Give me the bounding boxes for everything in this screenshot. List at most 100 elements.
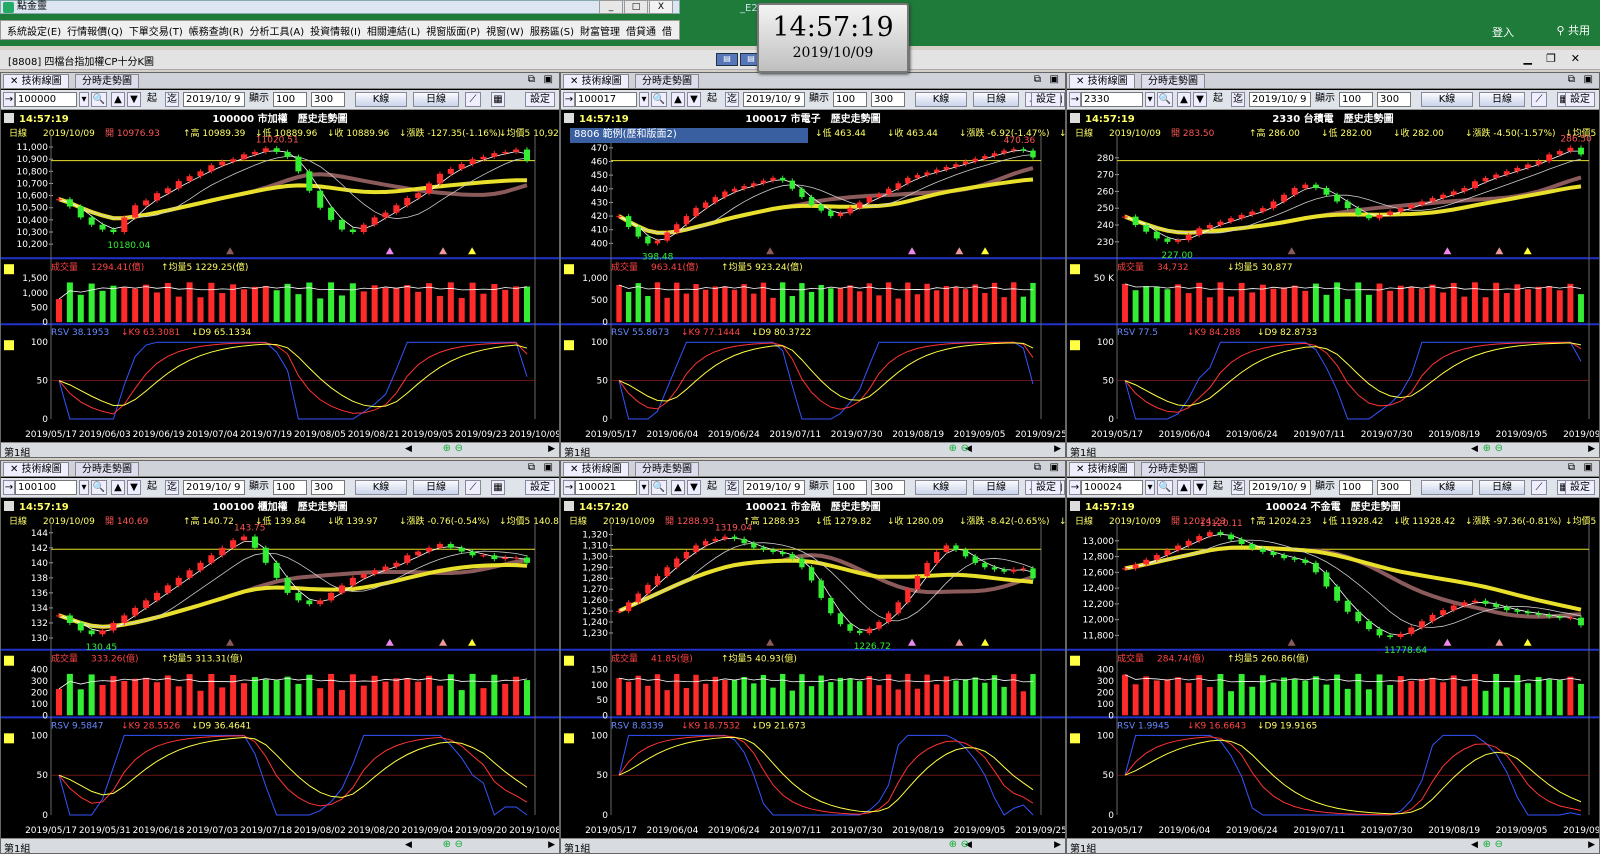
zoom-in-icon[interactable]: ⊕: [1483, 839, 1491, 850]
settings-button[interactable]: 設定: [1565, 480, 1595, 495]
symbol-dropdown-icon[interactable]: ▾: [1145, 92, 1155, 107]
show-count-input[interactable]: 100: [833, 92, 867, 107]
arrow-icon[interactable]: →: [3, 92, 15, 107]
settings-button[interactable]: 設定: [1565, 92, 1595, 107]
search-icon[interactable]: 🔍: [651, 92, 667, 107]
down-arrow-icon[interactable]: ▼: [687, 92, 701, 107]
zoom-out-icon[interactable]: ⊖: [961, 443, 969, 454]
menu-item-4[interactable]: 分析工具(A): [248, 23, 307, 38]
chart-area[interactable]: 14:57:19 2330 台積電 歷史走勢圖 日線 2019/10/09 開 283.…: [1067, 111, 1599, 441]
end-button[interactable]: 迄: [165, 92, 179, 107]
panel-menu-icon[interactable]: [564, 501, 574, 511]
chart-svg[interactable]: 14:57:19 100024 不金電 歷史走勢圖日線 2019/10/09 開 12…: [1067, 499, 1599, 837]
menu-item-0[interactable]: 系統設定(E): [5, 23, 63, 38]
maximize-button[interactable]: □: [624, 0, 648, 14]
panel-maximize-icon[interactable]: ▣: [544, 74, 553, 85]
up-arrow-icon[interactable]: ▲: [1177, 480, 1191, 495]
down-arrow-icon[interactable]: ▼: [1193, 480, 1207, 495]
kline-dropdown[interactable]: K線: [355, 92, 407, 107]
zoom-out-icon[interactable]: ⊖: [1495, 839, 1503, 850]
arrow-icon[interactable]: →: [563, 92, 575, 107]
draw-tool-icon[interactable]: ⟋: [1531, 480, 1547, 495]
search-icon[interactable]: 🔍: [1157, 92, 1173, 107]
tab-intraday-chart[interactable]: 分時走勢圖: [1141, 462, 1205, 476]
zoom-in-icon[interactable]: ⊕: [443, 443, 451, 454]
share-button[interactable]: ⚲ 共用: [1556, 22, 1590, 38]
chart-area[interactable]: 14:57:19100017 市電子 歷史走勢圖日線2019/10/09開 46…: [561, 111, 1065, 441]
period-dropdown[interactable]: 日線: [413, 480, 459, 495]
close-tab-icon[interactable]: ✕: [570, 464, 578, 475]
zoom-in-icon[interactable]: ⊕: [949, 839, 957, 850]
sub-restore-button[interactable]: ❐: [1546, 52, 1556, 65]
search-icon[interactable]: 🔍: [91, 480, 107, 495]
symbol-dropdown-icon[interactable]: ▾: [79, 92, 89, 107]
volume-menu-icon[interactable]: [1070, 264, 1080, 275]
menu-item-9[interactable]: 服務區(S): [528, 23, 576, 38]
zoom-out-icon[interactable]: ⊖: [1495, 443, 1503, 454]
chart-svg[interactable]: 14:57:19 2330 台積電 歷史走勢圖日線 2019/10/09 開 283.…: [1067, 111, 1599, 441]
group-selector[interactable]: 第1組: [564, 444, 590, 457]
scroll-left-icon[interactable]: ◀: [1471, 840, 1478, 850]
symbol-dropdown-icon[interactable]: ▾: [79, 480, 89, 495]
kline-dropdown[interactable]: K線: [1421, 92, 1473, 107]
arrow-icon[interactable]: →: [1069, 480, 1081, 495]
symbol-dropdown-icon[interactable]: ▾: [1145, 480, 1155, 495]
menu-item-2[interactable]: 下單交易(T): [127, 23, 185, 38]
kline-dropdown[interactable]: K線: [355, 480, 407, 495]
panel-maximize-icon[interactable]: ▣: [1050, 74, 1059, 85]
layout-button-1[interactable]: ▤: [716, 53, 738, 66]
chart-area[interactable]: 14:57:19 100100 櫃加權 歷史走勢圖 日線 2019/10/09 開 14…: [1, 499, 559, 837]
symbol-dropdown-icon[interactable]: ▾: [639, 92, 649, 107]
panel-float-icon[interactable]: ⧉: [1568, 462, 1575, 473]
settings-button[interactable]: 設定: [1031, 480, 1061, 495]
kline-dropdown[interactable]: K線: [915, 92, 967, 107]
arrow-icon[interactable]: →: [3, 480, 15, 495]
scroll-right-icon[interactable]: ▶: [1054, 444, 1061, 454]
chart-svg[interactable]: 14:57:19100017 市電子 歷史走勢圖日線2019/10/09開 46…: [561, 111, 1065, 441]
tab-intraday-chart[interactable]: 分時走勢圖: [1141, 74, 1205, 88]
chart-svg[interactable]: 14:57:19 100000 市加權 歷史走勢圖日線 2019/10/09 開 10…: [1, 111, 559, 441]
scroll-right-icon[interactable]: ▶: [1588, 444, 1595, 454]
tab-intraday-chart[interactable]: 分時走勢圖: [75, 74, 139, 88]
chart-area[interactable]: 14:57:19 100000 市加權 歷史走勢圖 日線 2019/10/09 開 10…: [1, 111, 559, 441]
search-icon[interactable]: 🔍: [1157, 480, 1173, 495]
tab-technical-chart[interactable]: ✕ 技術線圖: [563, 462, 629, 476]
up-arrow-icon[interactable]: ▲: [111, 92, 125, 107]
menu-item-3[interactable]: 帳務查詢(R): [187, 23, 246, 38]
symbol-input[interactable]: 100024: [1081, 480, 1143, 495]
down-arrow-icon[interactable]: ▼: [127, 92, 141, 107]
up-arrow-icon[interactable]: ▲: [111, 480, 125, 495]
end-button[interactable]: 迄: [165, 480, 179, 495]
menu-item-11[interactable]: 借貸通: [624, 23, 658, 38]
menu-item-5[interactable]: 投資情報(I): [308, 23, 363, 38]
period-dropdown[interactable]: 日線: [1479, 480, 1525, 495]
close-tab-icon[interactable]: ✕: [1076, 464, 1084, 475]
settings-button[interactable]: 設定: [1031, 92, 1061, 107]
tab-technical-chart[interactable]: ✕ 技術線圖: [563, 74, 629, 88]
end-button[interactable]: 迄: [725, 92, 739, 107]
excel-icon[interactable]: ▦: [491, 92, 505, 107]
period-dropdown[interactable]: 日線: [973, 92, 1019, 107]
date-input[interactable]: 2019/10/ 9: [1249, 480, 1311, 495]
group-selector[interactable]: 第1組: [564, 840, 590, 853]
arrow-icon[interactable]: →: [563, 480, 575, 495]
volume-menu-icon[interactable]: [564, 264, 574, 275]
panel-menu-icon[interactable]: [564, 113, 574, 123]
zoom-out-icon[interactable]: ⊖: [455, 839, 463, 850]
chart-svg[interactable]: 14:57:20 100021 市金融 歷史走勢圖日線 2019/10/09 開 12…: [561, 499, 1065, 837]
symbol-input[interactable]: 100000: [15, 92, 77, 107]
excel-icon[interactable]: ▦: [491, 480, 505, 495]
chart-area[interactable]: 14:57:20 100021 市金融 歷史走勢圖 日線 2019/10/09 開 12…: [561, 499, 1065, 837]
panel-maximize-icon[interactable]: ▣: [1584, 74, 1593, 85]
up-arrow-icon[interactable]: ▲: [1177, 92, 1191, 107]
end-button[interactable]: 迄: [725, 480, 739, 495]
panel-float-icon[interactable]: ⧉: [528, 74, 535, 85]
kline-dropdown[interactable]: K線: [1421, 480, 1473, 495]
down-arrow-icon[interactable]: ▼: [127, 480, 141, 495]
panel-float-icon[interactable]: ⧉: [1568, 74, 1575, 85]
total-count-input[interactable]: 300: [1377, 92, 1411, 107]
draw-tool-icon[interactable]: ⟋: [465, 480, 481, 495]
panel-float-icon[interactable]: ⧉: [1034, 462, 1041, 473]
menu-item-12[interactable]: 借: [660, 23, 674, 38]
scroll-right-icon[interactable]: ▶: [548, 444, 555, 454]
